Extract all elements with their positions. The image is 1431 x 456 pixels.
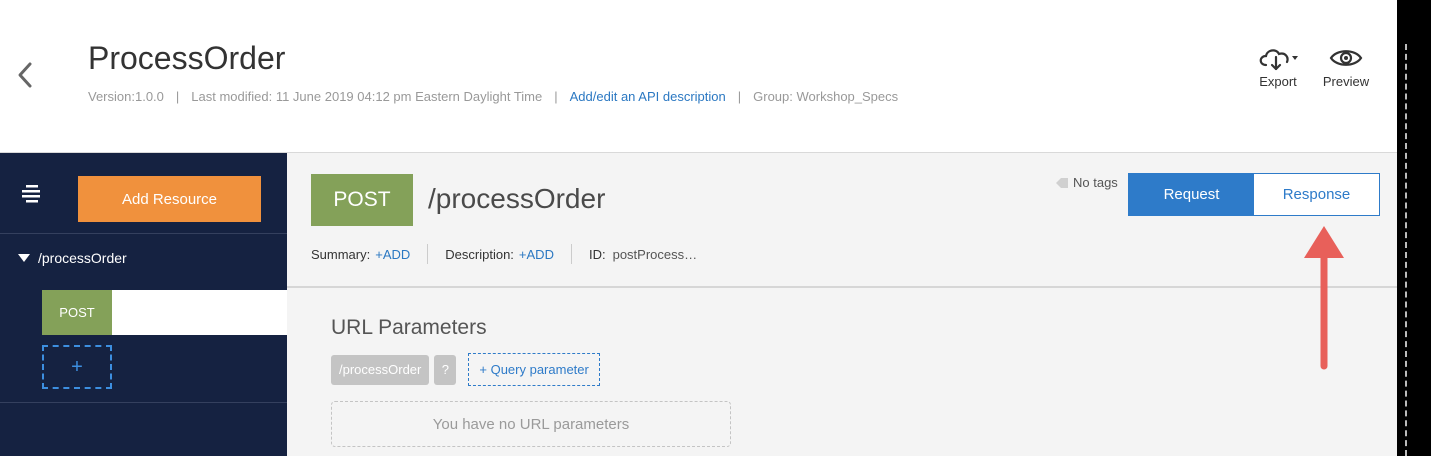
resource-label: /processOrder (38, 250, 127, 266)
resource-path-title: /processOrder (428, 183, 606, 214)
tags-button[interactable]: No tags (1055, 175, 1118, 190)
divider (0, 402, 287, 403)
arrow-up-icon (1304, 226, 1344, 370)
cloud-download-icon (1259, 49, 1298, 71)
tags-label: No tags (1073, 175, 1118, 190)
path-chip[interactable]: /processOrder (331, 354, 430, 385)
add-summary-link[interactable]: +ADD (375, 247, 410, 262)
page-header: ProcessOrder Version:1.0.0 | Last modified… (0, 0, 1397, 153)
back-button[interactable] (10, 58, 40, 92)
id-value[interactable]: postProcess… (613, 247, 698, 262)
last-modified-text: Last modified: 11 June 2019 04:12 pm Eas… (191, 89, 543, 104)
url-parameters-title: URL Parameters (331, 316, 487, 339)
separator: | (175, 89, 180, 104)
operation-info: Summary: +ADD Description: +ADD ID: post… (311, 244, 697, 264)
tag-icon (1056, 177, 1068, 188)
export-label: Export (1259, 74, 1297, 89)
request-tab[interactable]: Request (1129, 174, 1254, 215)
method-tag: POST (42, 290, 112, 335)
separator: | (737, 89, 742, 104)
response-tab[interactable]: Response (1254, 174, 1379, 215)
sidebar: Add Resource /processOrder POST + (0, 153, 287, 456)
add-resource-button[interactable]: Add Resource (78, 176, 261, 222)
chevron-left-icon (18, 62, 32, 88)
api-description-link[interactable]: Add/edit an API description (570, 89, 726, 104)
group-text: Group: Workshop_Specs (753, 89, 899, 104)
url-parameter-chips: /processOrder ? + Query parameter (331, 353, 600, 386)
window-edge (1397, 0, 1431, 456)
toggle-list-button[interactable] (20, 183, 42, 203)
help-chip[interactable]: ? (434, 354, 457, 385)
separator: | (554, 89, 558, 104)
main-panel: POST /processOrder No tags Request Respo… (287, 153, 1397, 456)
request-response-toggle: Request Response (1128, 173, 1380, 216)
method-item-post[interactable]: POST (42, 290, 287, 335)
summary-label: Summary: (311, 246, 371, 262)
list-icon (22, 185, 40, 203)
divider (0, 233, 287, 234)
add-query-parameter-button[interactable]: + Query parameter (468, 353, 600, 386)
divider (287, 286, 1397, 288)
id-label: ID: (588, 246, 606, 262)
add-description-link[interactable]: +ADD (519, 247, 554, 262)
separator (427, 244, 429, 264)
dashed-border (1405, 44, 1408, 456)
separator (570, 244, 572, 264)
description-label: Description: (445, 246, 514, 262)
api-metadata: Version:1.0.0 | Last modified: 11 June 201… (88, 89, 898, 104)
empty-url-parameters: You have no URL parameters (331, 401, 731, 447)
preview-button[interactable]: Preview (1316, 44, 1376, 92)
caret-down-icon (18, 254, 30, 262)
page-title: ProcessOrder (88, 40, 286, 76)
preview-label: Preview (1322, 74, 1370, 89)
method-badge: POST (311, 174, 413, 226)
add-method-button[interactable]: + (42, 345, 112, 389)
eye-icon (1329, 50, 1363, 66)
version-text: Version:1.0.0 (88, 89, 164, 104)
export-button[interactable]: Export (1248, 44, 1308, 92)
sidebar-item-processorder[interactable]: /processOrder (18, 250, 127, 266)
